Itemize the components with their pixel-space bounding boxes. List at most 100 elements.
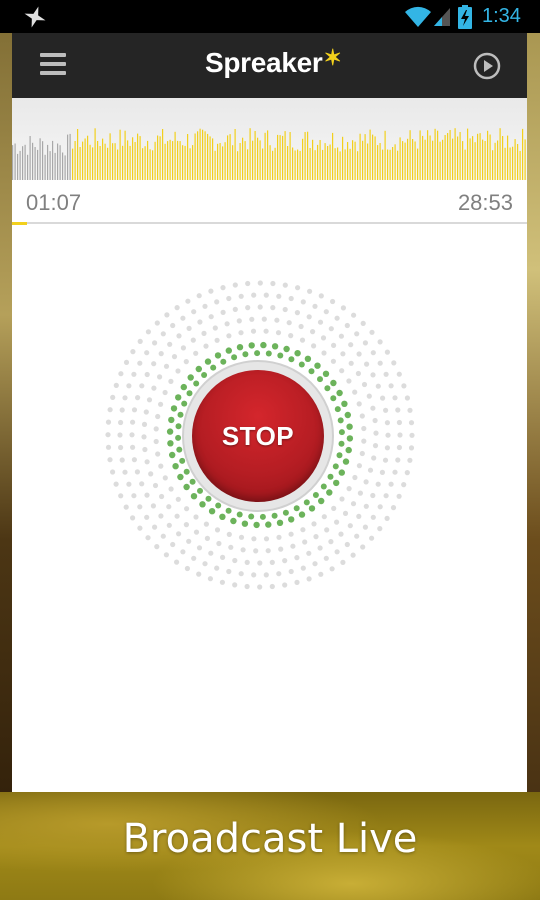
waveform-bar [89, 144, 91, 180]
level-dot [248, 342, 255, 349]
level-dot [342, 458, 350, 465]
hamburger-menu-icon[interactable] [40, 53, 66, 77]
level-dot [288, 568, 294, 575]
waveform-bar [192, 145, 194, 180]
level-dot [312, 561, 318, 567]
stop-button[interactable]: STOP [192, 370, 324, 502]
waveform-bar [312, 139, 314, 180]
level-dot [330, 379, 337, 387]
level-dot [232, 557, 238, 564]
waveform-bar [49, 151, 51, 180]
level-dot [219, 513, 226, 520]
level-dot [208, 508, 216, 515]
level-dot [230, 517, 237, 525]
level-dot [396, 419, 402, 426]
level-dot [126, 481, 132, 487]
stop-label: STOP [221, 420, 295, 451]
waveform-bar [92, 147, 94, 180]
level-dot [276, 571, 282, 577]
level-dot [155, 451, 161, 457]
level-dot [144, 459, 150, 465]
level-dot [318, 497, 325, 505]
level-dot [344, 322, 350, 329]
waveform-bar [347, 142, 349, 180]
level-dot [110, 469, 116, 475]
level-dot [265, 350, 272, 357]
level-dot [295, 285, 301, 291]
level-dot [259, 513, 266, 520]
audio-waveform[interactable] [12, 98, 527, 180]
level-dot [324, 385, 331, 392]
waveform-bar [339, 151, 341, 180]
level-dot [155, 413, 161, 420]
level-dot [253, 548, 259, 554]
waveform-bar [332, 132, 334, 180]
level-dot [334, 315, 340, 321]
waveform-bar [297, 149, 299, 180]
level-dot [338, 440, 345, 447]
level-dot [158, 463, 164, 469]
level-dot [228, 544, 234, 550]
level-dot [377, 526, 383, 532]
level-dot [202, 561, 208, 567]
level-dot [162, 389, 168, 396]
level-dot [360, 320, 366, 326]
progress-bar[interactable] [12, 222, 527, 225]
waveform-bar [42, 141, 44, 180]
waveform-bar [12, 145, 14, 180]
level-dot [245, 280, 251, 287]
level-dot [232, 306, 238, 312]
level-dot [283, 345, 290, 353]
waveform-bar [329, 144, 331, 180]
waveform-bar [102, 138, 104, 180]
level-dot [370, 405, 376, 411]
level-dot [391, 360, 397, 366]
level-dot [401, 482, 407, 488]
level-dot [131, 371, 137, 377]
level-dot [195, 365, 202, 373]
level-dot [300, 565, 306, 571]
level-dot [377, 504, 383, 510]
waveform-bar [167, 141, 169, 180]
waveform-bar [127, 140, 129, 180]
level-dot [294, 350, 301, 357]
level-dot [152, 340, 158, 346]
level-dot [344, 541, 350, 548]
play-circle-icon[interactable] [473, 52, 501, 80]
level-dot [190, 493, 198, 500]
level-dot [119, 407, 125, 413]
level-dot [238, 534, 245, 540]
level-dot [312, 492, 319, 498]
level-dot [380, 395, 386, 401]
level-dot [383, 371, 389, 377]
level-dot [139, 481, 145, 487]
level-dot [137, 525, 143, 531]
level-dot [122, 469, 128, 475]
notification-star-icon [24, 6, 46, 28]
waveform-bar [359, 133, 361, 180]
level-dot [357, 490, 363, 496]
level-dot [350, 501, 357, 507]
waveform-bar [24, 144, 26, 180]
waveform-bar [72, 148, 74, 180]
level-dot [307, 288, 313, 294]
waveform-bar [37, 149, 39, 180]
waveform-bar [162, 129, 164, 180]
level-dot [183, 468, 190, 475]
waveform-bar [452, 138, 454, 180]
waveform-bar [194, 133, 196, 180]
level-dot [236, 344, 244, 351]
level-dot [334, 519, 340, 525]
waveform-bar [54, 152, 56, 180]
level-dot [176, 446, 183, 453]
waveform-bar [437, 130, 439, 180]
level-dot [226, 531, 232, 537]
level-dot [366, 393, 372, 399]
level-dot [409, 432, 415, 438]
level-dot [183, 522, 189, 528]
level-dot [107, 407, 113, 413]
level-dot [306, 550, 312, 556]
level-dot [330, 298, 336, 305]
level-dot [302, 539, 308, 545]
level-dot [131, 457, 137, 463]
